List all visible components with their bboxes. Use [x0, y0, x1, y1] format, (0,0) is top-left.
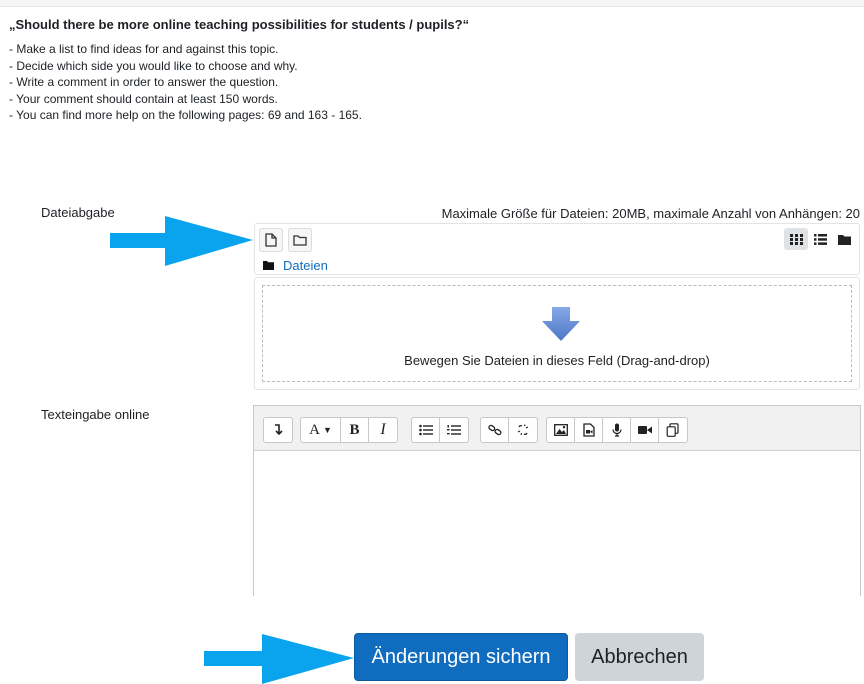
toolbar-group-links: [480, 417, 538, 443]
instruction-item: - Your comment should contain at least 1…: [9, 91, 278, 106]
editor-toolbar: A ▼ B I: [254, 406, 860, 451]
italic-button[interactable]: I: [369, 418, 397, 442]
file-icon: [265, 233, 277, 247]
editor-content-area[interactable]: [254, 451, 860, 606]
link-icon: [487, 424, 501, 436]
list-icon: [813, 233, 827, 245]
manage-files-button[interactable]: [659, 418, 687, 442]
paragraph-style-label: A: [309, 421, 320, 438]
expand-arrow-icon: [275, 424, 283, 436]
paragraph-style-button[interactable]: A ▼: [301, 418, 341, 442]
max-file-info: Maximale Größe für Dateien: 20MB, maxima…: [441, 206, 860, 221]
record-audio-button[interactable]: [603, 418, 631, 442]
instruction-item: - You can find more help on the followin…: [9, 108, 362, 123]
record-video-button[interactable]: [631, 418, 659, 442]
drop-arrow-icon: [542, 307, 580, 341]
instruction-item: - Write a comment in order to answer the…: [9, 75, 279, 90]
annotation-arrow-icon: [204, 634, 354, 684]
unordered-list-button[interactable]: [412, 418, 440, 442]
media-file-icon: [582, 423, 595, 437]
top-bar: [0, 0, 864, 7]
microphone-icon: [611, 423, 622, 437]
cancel-button[interactable]: Abbrechen: [575, 633, 704, 681]
toolbar-group-media: [546, 417, 688, 443]
create-folder-button[interactable]: [288, 228, 312, 252]
folder-link[interactable]: Dateien: [283, 258, 328, 273]
folder-icon: [837, 234, 851, 245]
bold-button[interactable]: B: [341, 418, 369, 442]
annotation-arrow-icon: [110, 216, 253, 266]
toolbar-group-lists: [411, 417, 469, 443]
instruction-item: - Make a list to find ideas for and agai…: [9, 42, 279, 56]
numbered-list-icon: [447, 425, 461, 435]
view-tree-button[interactable]: [832, 228, 856, 250]
toolbar-group-collapse: [263, 417, 293, 443]
unlink-icon: [517, 424, 529, 436]
ordered-list-button[interactable]: [440, 418, 468, 442]
save-button[interactable]: Änderungen sichern: [354, 633, 568, 681]
image-icon: [553, 424, 568, 436]
manage-files-icon: [666, 423, 679, 437]
add-file-button[interactable]: [259, 228, 283, 252]
view-list-button[interactable]: [808, 228, 832, 250]
grid-icon: [789, 233, 803, 245]
show-more-buttons[interactable]: [264, 418, 292, 442]
toolbar-group-style: A ▼ B I: [300, 417, 398, 443]
bullet-list-icon: [418, 424, 433, 436]
file-dropzone[interactable]: Bewegen Sie Dateien in dieses Feld (Drag…: [254, 277, 860, 390]
view-mode-group: [784, 228, 856, 250]
instruction-item: - Decide which side you would like to ch…: [9, 58, 298, 73]
question-heading: „Should there be more online teaching po…: [9, 17, 470, 32]
view-icons-button[interactable]: [784, 228, 808, 250]
unlink-button[interactable]: [509, 418, 537, 442]
video-camera-icon: [637, 426, 652, 434]
insert-media-button[interactable]: [575, 418, 603, 442]
instruction-list: - Make a list to find ideas for and agai…: [9, 41, 362, 124]
file-submission-label: Dateiabgabe: [41, 205, 115, 220]
online-text-label: Texteingabe online: [41, 407, 150, 422]
link-button[interactable]: [481, 418, 509, 442]
insert-image-button[interactable]: [547, 418, 575, 442]
chevron-down-icon: ▼: [322, 425, 332, 435]
text-editor: A ▼ B I: [253, 405, 861, 607]
scroll-cutoff: [0, 596, 864, 612]
file-manager-toolbar: Dateien: [254, 223, 860, 275]
dropzone-text: Bewegen Sie Dateien in dieses Feld (Drag…: [404, 353, 710, 368]
breadcrumb: Dateien: [263, 258, 328, 273]
folder-icon: [263, 261, 274, 270]
folder-outline-icon: [293, 235, 307, 246]
